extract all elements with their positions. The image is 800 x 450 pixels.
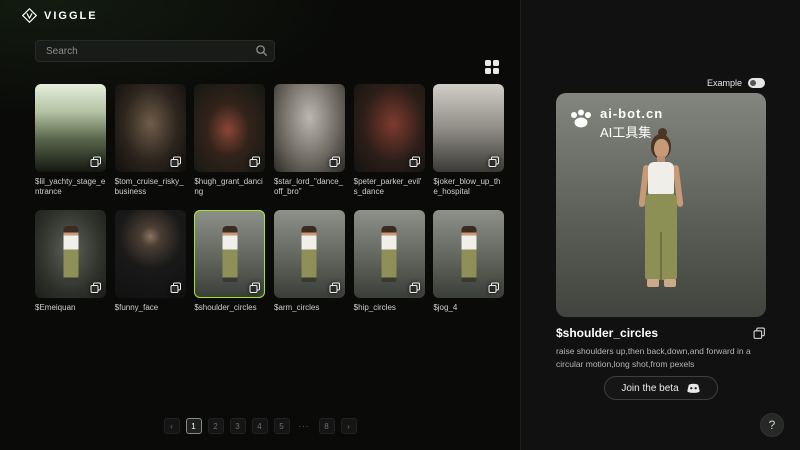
video-thumbnail[interactable]	[274, 210, 345, 298]
video-thumbnail[interactable]	[194, 210, 265, 298]
gallery-item[interactable]: $Emeiquan	[35, 210, 106, 313]
copy-icon[interactable]	[409, 282, 421, 294]
thumbnail-label: $arm_circles	[274, 303, 345, 313]
gallery-item[interactable]: $peter_parker_evil's_dance	[354, 84, 425, 198]
copy-icon[interactable]	[409, 156, 421, 168]
video-thumbnail[interactable]	[354, 210, 425, 298]
video-thumbnail[interactable]	[115, 210, 186, 298]
gallery-item[interactable]: $shoulder_circles	[194, 210, 265, 313]
thumbnail-grid: $lil_yachty_stage_entrance $tom_cruise_r…	[35, 84, 505, 313]
detail-panel: Example ai-bot.cn AI工具集 $shoulder_circle…	[520, 0, 800, 450]
copy-icon[interactable]	[249, 282, 261, 294]
person-figure	[382, 226, 397, 282]
pagination-page[interactable]: 1	[186, 418, 202, 434]
thumbnail-label: $star_lord_"dance_off_bro"	[274, 177, 345, 198]
person-figure	[302, 226, 317, 282]
grid-view-icon[interactable]	[485, 60, 499, 74]
gallery-item[interactable]: $tom_cruise_risky_business	[115, 84, 186, 198]
join-beta-button[interactable]: Join the beta	[604, 376, 717, 400]
pagination-page[interactable]: 3	[230, 418, 246, 434]
example-label: Example	[707, 78, 742, 88]
help-button[interactable]: ?	[760, 413, 784, 437]
thumbnail-label: $hip_circles	[354, 303, 425, 313]
pagination-page[interactable]: 8	[319, 418, 335, 434]
search-bar	[35, 40, 275, 62]
video-thumbnail[interactable]	[35, 84, 106, 172]
viggle-logo-icon	[22, 8, 37, 23]
pagination: ‹ 12345 ··· 8 ›	[0, 418, 520, 434]
copy-icon[interactable]	[170, 156, 182, 168]
video-thumbnail[interactable]	[433, 210, 504, 298]
copy-icon[interactable]	[249, 156, 261, 168]
pagination-page[interactable]: 5	[274, 418, 290, 434]
copy-icon[interactable]	[753, 327, 766, 340]
thumbnail-label: $tom_cruise_risky_business	[115, 177, 186, 198]
pagination-page[interactable]: 2	[208, 418, 224, 434]
pagination-next[interactable]: ›	[341, 418, 357, 434]
thumbnail-label: $lil_yachty_stage_entrance	[35, 177, 106, 198]
pagination-prev[interactable]: ‹	[164, 418, 180, 434]
video-thumbnail[interactable]	[354, 84, 425, 172]
video-thumbnail[interactable]	[194, 84, 265, 172]
video-thumbnail[interactable]	[274, 84, 345, 172]
gallery-item[interactable]: $funny_face	[115, 210, 186, 313]
gallery-item[interactable]: $jog_4	[433, 210, 504, 313]
copy-icon[interactable]	[329, 282, 341, 294]
detail-title: $shoulder_circles	[556, 326, 658, 340]
search-input[interactable]	[35, 40, 275, 62]
gallery-item[interactable]: $hugh_grant_dancing	[194, 84, 265, 198]
copy-icon[interactable]	[170, 282, 182, 294]
copy-icon[interactable]	[488, 156, 500, 168]
thumbnail-label: $funny_face	[115, 303, 186, 313]
person-figure	[222, 226, 237, 282]
example-toggle[interactable]	[748, 78, 765, 88]
watermark: ai-bot.cn AI工具集	[569, 106, 663, 141]
person-figure	[63, 226, 78, 282]
join-beta-label: Join the beta	[621, 383, 678, 394]
gallery-item[interactable]: $joker_blow_up_the_hospital	[433, 84, 504, 198]
preview-character	[631, 139, 691, 307]
gallery-item[interactable]: $star_lord_"dance_off_bro"	[274, 84, 345, 198]
gallery-item[interactable]: $arm_circles	[274, 210, 345, 313]
thumbnail-label: $hugh_grant_dancing	[194, 177, 265, 198]
example-row: Example	[707, 78, 765, 88]
copy-icon[interactable]	[90, 282, 102, 294]
thumbnail-label: $joker_blow_up_the_hospital	[433, 177, 504, 198]
gallery-item[interactable]: $hip_circles	[354, 210, 425, 313]
thumbnail-label: $jog_4	[433, 303, 504, 313]
pagination-page[interactable]: 4	[252, 418, 268, 434]
detail-description: raise shoulders up,then back,down,and fo…	[556, 345, 770, 371]
video-thumbnail[interactable]	[35, 210, 106, 298]
brand[interactable]: VIGGLE	[22, 8, 98, 23]
brand-name: VIGGLE	[44, 10, 98, 22]
detail-title-row: $shoulder_circles	[556, 326, 766, 340]
copy-icon[interactable]	[329, 156, 341, 168]
video-thumbnail[interactable]	[115, 84, 186, 172]
video-thumbnail[interactable]	[433, 84, 504, 172]
thumbnail-label: $Emeiquan	[35, 303, 106, 313]
thumbnail-label: $peter_parker_evil's_dance	[354, 177, 425, 198]
search-icon[interactable]	[255, 44, 268, 57]
gallery-item[interactable]: $lil_yachty_stage_entrance	[35, 84, 106, 198]
join-row: Join the beta	[556, 376, 766, 400]
thumbnail-label: $shoulder_circles	[194, 303, 265, 313]
copy-icon[interactable]	[488, 282, 500, 294]
paw-icon	[569, 108, 593, 130]
preview-image: ai-bot.cn AI工具集	[556, 93, 766, 317]
copy-icon[interactable]	[90, 156, 102, 168]
pagination-ellipsis: ···	[296, 418, 313, 434]
person-figure	[461, 226, 476, 282]
discord-icon	[686, 383, 701, 394]
watermark-line1: ai-bot.cn	[600, 106, 663, 121]
